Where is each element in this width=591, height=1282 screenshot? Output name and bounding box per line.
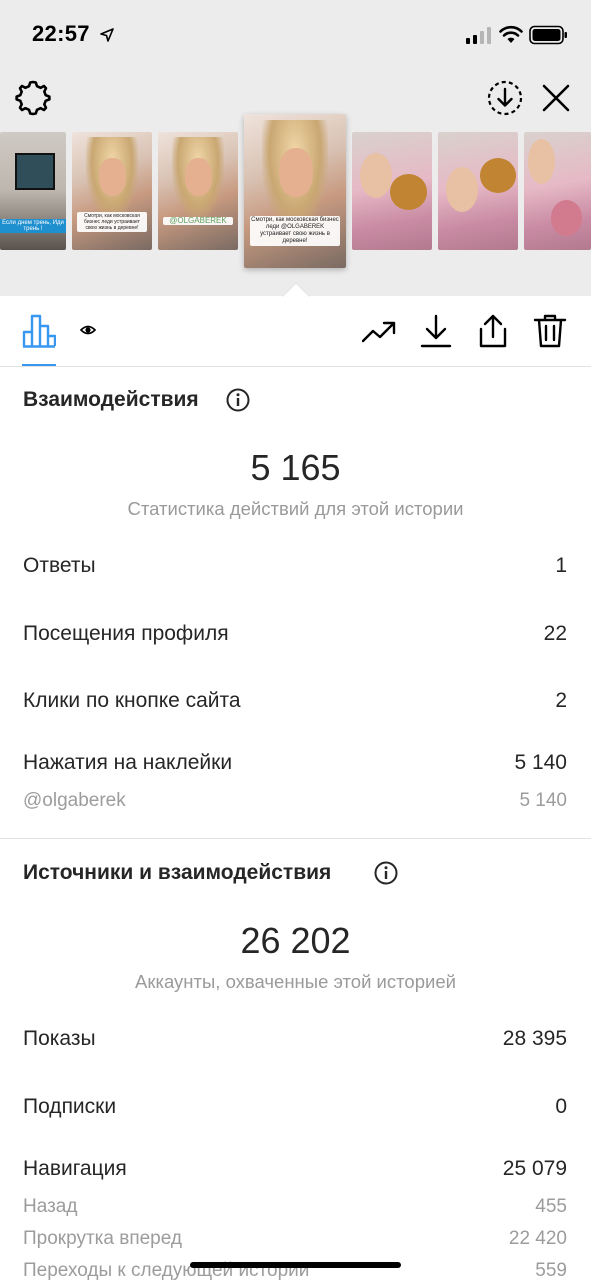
- interactions-section-title: Взаимодействия: [23, 388, 199, 411]
- thumbnail-caption: Если днем трень, Иди трень !: [0, 219, 66, 234]
- discovery-total: 26 202: [240, 920, 351, 961]
- metric-value: 0: [555, 1095, 567, 1118]
- status-time: 22:57: [32, 21, 90, 46]
- wifi-icon: [499, 25, 523, 43]
- sub-metric-value: 559: [535, 1260, 567, 1281]
- status-bar: 22:57: [0, 0, 591, 70]
- story-thumbnail-strip[interactable]: Если днем трень, Иди трень ! Смотри, как…: [0, 114, 591, 274]
- thumbnail-caption: @OLGABEREK: [162, 216, 234, 225]
- discovery-section-title: Источники и взаимодействия: [23, 861, 332, 884]
- story-thumbnail[interactable]: Если днем трень, Иди трень !: [0, 132, 66, 250]
- sub-metric-value: 5 140: [519, 790, 567, 811]
- viewers-eye-icon[interactable]: [80, 322, 96, 338]
- thumbnail-caption: Смотри, как московская бизнес леди @OLGA…: [250, 215, 340, 246]
- metric-label: Посещения профиля: [23, 622, 229, 645]
- metric-value: 22: [543, 622, 567, 645]
- story-thumbnail[interactable]: @OLGABEREK: [158, 132, 238, 250]
- metric-value: 5 140: [514, 751, 567, 774]
- story-thumbnail[interactable]: [524, 132, 591, 250]
- sub-metric-label: Назад: [23, 1196, 78, 1217]
- metric-value: 2: [555, 689, 567, 712]
- active-tab-indicator: [22, 364, 56, 366]
- promote-trend-icon[interactable]: [362, 313, 396, 349]
- sub-metric-label: Прокрутка вперед: [23, 1228, 182, 1249]
- story-thumbnail[interactable]: [438, 132, 518, 250]
- thumbnail-caption: Смотри, как московская бизнес леди устра…: [76, 212, 148, 233]
- cellular-signal-icon: [466, 27, 491, 44]
- metric-label: Навигация: [23, 1157, 127, 1180]
- section-divider: [0, 838, 591, 839]
- delete-trash-icon[interactable]: [533, 313, 567, 349]
- battery-icon: [529, 25, 567, 45]
- location-arrow-icon: [100, 28, 114, 42]
- insights-sheet: [0, 296, 591, 1280]
- interactions-total: 5 165: [250, 447, 341, 488]
- interactions-caption: Статистика действий для этой истории: [127, 498, 464, 519]
- discovery-caption: Аккаунты, охваченные этой историей: [135, 971, 456, 992]
- metric-label: Клики по кнопке сайта: [23, 689, 241, 712]
- info-icon[interactable]: [374, 861, 398, 885]
- tv-image-area: [14, 153, 56, 191]
- story-thumbnail-selected[interactable]: Смотри, как московская бизнес леди @OLGA…: [244, 114, 346, 268]
- download-story-icon[interactable]: [485, 78, 525, 118]
- story-thumbnail[interactable]: Смотри, как московская бизнес леди устра…: [72, 132, 152, 250]
- sub-metric-label: @olgaberek: [23, 790, 126, 811]
- insights-bar-chart-icon[interactable]: [22, 312, 56, 348]
- metric-label: Показы: [23, 1027, 96, 1050]
- settings-gear-icon[interactable]: [14, 78, 52, 116]
- download-icon[interactable]: [419, 313, 453, 349]
- share-icon[interactable]: [476, 313, 510, 349]
- info-icon[interactable]: [226, 388, 250, 412]
- metric-label: Нажатия на наклейки: [23, 751, 233, 774]
- sub-metric-value: 455: [535, 1196, 567, 1217]
- sub-metric-value: 22 420: [508, 1228, 567, 1249]
- story-thumbnail[interactable]: [352, 132, 432, 250]
- metric-value: 25 079: [502, 1157, 567, 1180]
- home-indicator[interactable]: [190, 1262, 401, 1268]
- close-icon[interactable]: [540, 82, 572, 114]
- metric-value: 1: [555, 554, 567, 577]
- metric-label: Ответы: [23, 554, 96, 577]
- metric-label: Подписки: [23, 1095, 117, 1118]
- metric-value: 28 395: [502, 1027, 567, 1050]
